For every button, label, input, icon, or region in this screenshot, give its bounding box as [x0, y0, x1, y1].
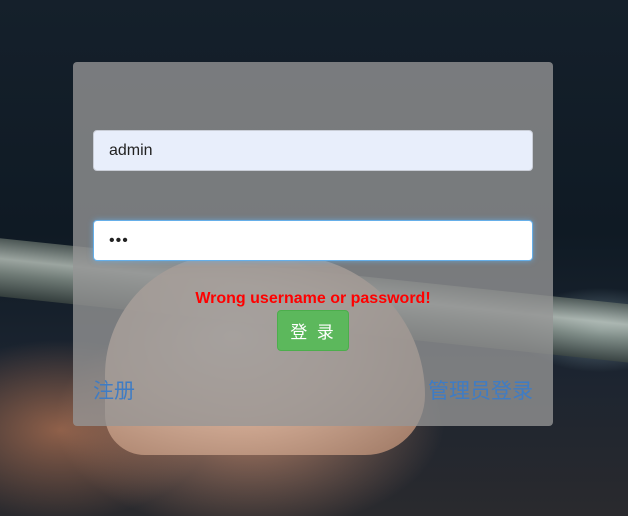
admin-login-link[interactable]: 管理员登录	[428, 375, 533, 405]
password-input[interactable]	[93, 220, 533, 261]
register-link[interactable]: 注册	[93, 375, 135, 405]
username-input[interactable]	[93, 130, 533, 171]
login-card: Wrong username or password! 登 录 注册 管理员登录	[73, 62, 553, 426]
login-button[interactable]: 登 录	[277, 310, 349, 351]
error-message: Wrong username or password!	[195, 290, 431, 307]
